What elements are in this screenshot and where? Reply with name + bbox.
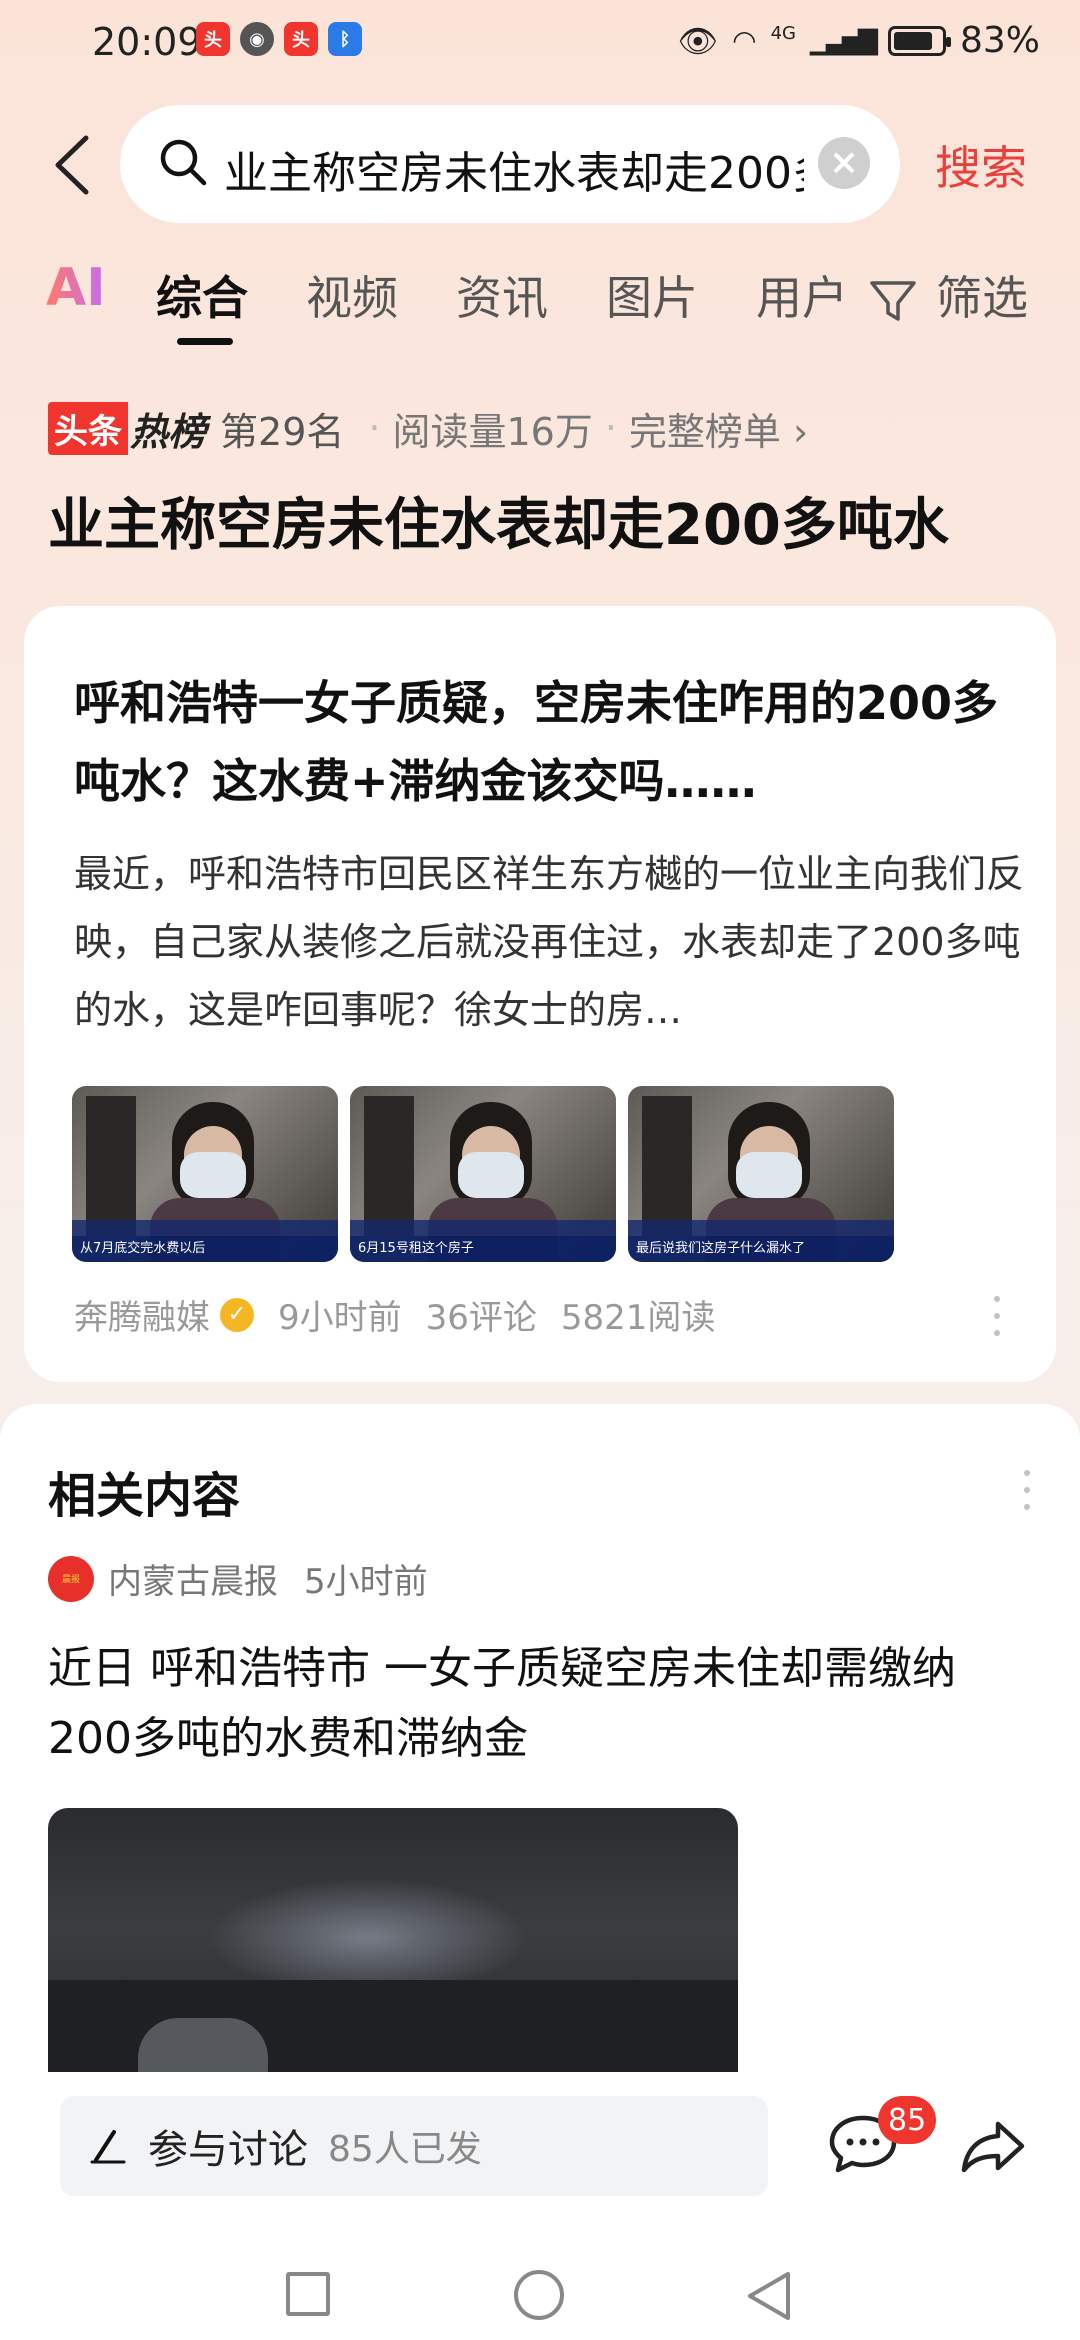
tab-news[interactable]: 资讯 [456,262,548,328]
status-time: 20:09 [92,20,202,64]
back-arrow-icon [55,135,89,195]
hot-list-reads: 阅读量16万 [392,409,593,454]
toutiao-app-icon: 头 [196,22,230,56]
filter-icon[interactable] [868,275,918,325]
recent-apps-button[interactable] [286,2272,330,2316]
full-list-link[interactable]: 完整榜单 › [629,401,808,456]
network-label: 4G [770,23,796,44]
status-right: 👁 ◠ 4G ▁▃▅▇ 83% [678,20,1040,61]
thumbnail-caption: 从7月底交完水费以后 [72,1236,338,1262]
home-button[interactable] [514,2270,564,2320]
article-thumbnail[interactable]: 最后说我们这房子什么漏水了 [628,1086,894,1262]
tab-ai[interactable]: AI [46,258,106,318]
related-time: 5小时前 [304,1562,428,1602]
search-query[interactable]: 业主称空房未住水表却走200多吨水 [224,137,804,201]
verified-icon: ✓ [220,1297,254,1332]
audio-app-icon: ◉ [240,22,274,56]
hot-list-rank: 第29名 [220,409,345,454]
separator-dot: · [604,406,617,450]
comment-count-badge: 85 [878,2096,937,2144]
source-avatar: 晨报 [48,1555,94,1602]
search-icon [160,139,207,186]
clear-search-button[interactable]: × [818,137,870,189]
system-back-button[interactable] [744,2268,794,2324]
article-meta: 奔腾融媒 ✓ 9小时前 36评论 5821阅读 [74,1290,715,1339]
thumbnail-row: 从7月底交完水费以后 6月15号租这个房子 最后说我们这房子什么漏水了 [72,1086,894,1262]
related-source: 内蒙古晨报 [108,1562,278,1602]
article-comments: 36评论 [425,1298,537,1338]
related-source-row[interactable]: 晨报 内蒙古晨报 5小时前 [48,1554,428,1603]
related-title[interactable]: 近日 呼和浩特市 一女子质疑空房未住却需缴纳 200多吨的水费和滞纳金 [48,1634,1038,1774]
article-summary: 最近，呼和浩特市回民区祥生东方樾的一位业主向我们反映，自己家从装修之后就没再住过… [74,852,1025,1032]
signal-icon: ▁▃▅▇ [810,25,878,56]
discuss-label: 参与讨论 [148,2127,308,2173]
tab-bar: AI 综合 视频 资讯 图片 用户 筛选 [0,258,1080,342]
discuss-count: 85人已发 [328,2129,482,2170]
search-button[interactable]: 搜索 [935,132,1027,198]
hot-list-row[interactable]: 头条 热榜 第29名 · 阅读量16万 · 完整榜单 › [48,400,808,456]
battery-percent: 83% [959,20,1040,61]
tab-images[interactable]: 图片 [606,262,698,328]
related-video-thumbnail[interactable] [48,1808,738,2104]
share-icon[interactable] [960,2116,1026,2176]
tab-users[interactable]: 用户 [756,262,848,328]
search-input[interactable]: 业主称空房未住水表却走200多吨水 × [120,105,900,223]
hot-list-logo-b: 热榜 [130,409,207,454]
tab-filter-label[interactable]: 筛选 [936,262,1028,328]
eye-icon: 👁 [677,21,719,60]
back-button[interactable] [48,130,98,200]
article-card[interactable]: 呼和浩特一女子质疑，空房未住咋用的200多吨水？这水费+滞纳金该交吗…… 最近，… [24,606,1056,1382]
thumbnail-caption: 6月15号租这个房子 [350,1236,616,1262]
more-options-icon[interactable] [1024,1470,1034,1510]
more-options-icon[interactable] [994,1296,1004,1336]
active-tab-indicator [177,338,233,345]
close-icon: × [828,142,860,183]
article-time: 9小时前 [278,1298,402,1338]
article-thumbnail[interactable]: 6月15号租这个房子 [350,1086,616,1262]
related-header: 相关内容 [48,1468,241,1524]
thumbnail-caption: 最后说我们这房子什么漏水了 [628,1236,894,1262]
topic-title: 业主称空房未住水表却走200多吨水 [48,493,949,558]
hot-list-logo-a: 头条 [48,401,128,455]
toutiao-app-icon: 头 [284,22,318,56]
article-thumbnail[interactable]: 从7月底交完水费以后 [72,1086,338,1262]
battery-icon [887,25,951,56]
bottom-bar: 参与讨论 85人已发 85 [0,2072,1080,2340]
pen-icon [90,2130,126,2164]
system-nav-bar [0,2270,1080,2340]
hot-list-logo: 头条 热榜 [48,401,206,456]
separator-dot: · [368,406,381,450]
status-bar: 20:09 头 ◉ 头 ᛒ 👁 ◠ 4G ▁▃▅▇ 83% [0,0,1080,90]
article-reads: 5821阅读 [560,1298,716,1338]
discuss-button[interactable]: 参与讨论 85人已发 [60,2096,768,2196]
tab-video[interactable]: 视频 [306,262,398,328]
tab-comprehensive[interactable]: 综合 [156,262,248,328]
bluetooth-app-icon: ᛒ [328,22,362,56]
article-source[interactable]: 奔腾融媒 [74,1290,210,1339]
related-section: 相关内容 晨报 内蒙古晨报 5小时前 近日 呼和浩特市 一女子质疑空房未住却需缴… [0,1404,1080,2104]
notification-icons: 头 ◉ 头 ᛒ [196,22,362,56]
wifi-icon: ◠ [732,24,757,57]
article-title[interactable]: 呼和浩特一女子质疑，空房未住咋用的200多吨水？这水费+滞纳金该交吗…… [74,664,1034,820]
